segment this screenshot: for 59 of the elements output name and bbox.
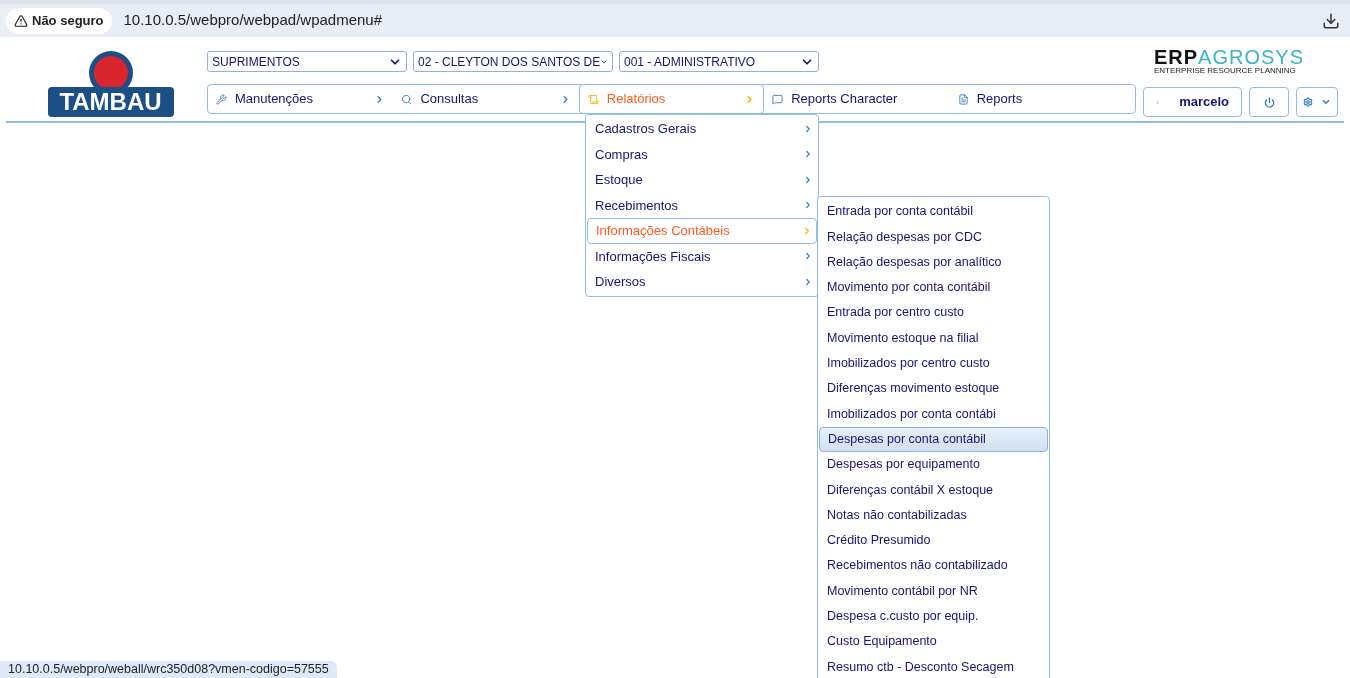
user-button[interactable]: marcelo xyxy=(1143,87,1242,117)
download-icon[interactable] xyxy=(1322,11,1340,30)
submenu-item[interactable]: Diferenças movimento estoque xyxy=(819,376,1048,402)
chevron-right-icon xyxy=(802,225,812,236)
chevron-right-icon xyxy=(803,200,813,211)
submenu-item[interactable]: Movimento estoque na filial xyxy=(819,325,1048,351)
caret-icon xyxy=(1321,97,1331,107)
menu-item[interactable]: Recebimentos xyxy=(587,192,817,218)
nav-tab[interactable]: Manutenções xyxy=(208,84,394,114)
menu-item[interactable]: Informações Fiscais xyxy=(587,243,817,269)
menu-item[interactable]: Cadastros Gerais xyxy=(587,116,817,142)
submenu-item[interactable]: Imobilizados por centro custo xyxy=(819,350,1048,377)
submenu-item[interactable]: Despesas por equipamento xyxy=(819,451,1048,478)
submenu-item[interactable]: Resumo ctb - Desconto Secagem xyxy=(819,654,1048,678)
nav-icon xyxy=(772,93,784,105)
submenu-item[interactable]: Relação despesas por CDC xyxy=(819,224,1048,250)
dropdown-select[interactable]: 001 - ADMINISTRATIVO xyxy=(619,51,819,72)
chevron-right-icon xyxy=(803,276,813,287)
chevron-right-icon xyxy=(803,174,813,185)
nav-tab[interactable]: Reports Character xyxy=(764,84,950,114)
security-label: Não seguro xyxy=(32,11,104,30)
submenu-item[interactable]: Custo Equipamento xyxy=(819,629,1048,655)
nav-icon xyxy=(401,93,413,105)
power-button[interactable] xyxy=(1249,87,1289,117)
submenu-item[interactable]: Recebimentos não contabilizado xyxy=(819,553,1048,579)
submenu-item[interactable]: Crédito Presumido xyxy=(819,527,1048,554)
chevron-right-icon xyxy=(803,251,813,262)
url-text[interactable]: 10.10.0.5/webpro/webpad/wpadmenu# xyxy=(123,9,383,32)
chevron-right-icon xyxy=(803,123,813,134)
logo-text: TAMBAU xyxy=(47,87,174,117)
nav-icon xyxy=(957,93,969,105)
submenu-item[interactable]: Despesas por conta contábil xyxy=(819,426,1048,452)
submenu-item[interactable]: Diferenças contábil X estoque xyxy=(819,477,1048,503)
dropdown-select[interactable]: SUPRIMENTOS xyxy=(207,51,407,72)
brand-tagline: ENTERPRISE RESOURCE PLANNING xyxy=(1153,67,1296,75)
warning-icon xyxy=(14,13,28,28)
chevron-right-icon xyxy=(803,149,813,160)
security-chip[interactable]: Não seguro xyxy=(6,7,112,34)
submenu-item[interactable]: Movimento por conta contábil xyxy=(819,274,1048,301)
power-icon xyxy=(1263,96,1275,108)
status-url: 10.10.0.5/webpro/weball/wrc350d08?vmen-codigo=57555 xyxy=(0,661,337,678)
menu-item[interactable]: Diversos xyxy=(587,269,817,295)
dropdown-select[interactable]: 02 - CLEYTON DOS SANTOS DE xyxy=(413,51,613,72)
settings-icon xyxy=(1303,97,1313,107)
submenu-item[interactable]: Movimento contábil por NR xyxy=(819,578,1048,604)
submenu-item[interactable]: Imobilizados por conta contábi xyxy=(819,401,1048,427)
brand-logo: ERPAGROSYS xyxy=(1153,47,1304,67)
submenu-item[interactable]: Relação despesas por analítico xyxy=(819,249,1048,275)
submenu-item[interactable]: Entrada por centro custo xyxy=(819,300,1048,326)
nav-tab[interactable]: Consultas xyxy=(393,84,579,114)
nav-tab[interactable]: Reports xyxy=(949,84,1136,114)
nav-icon xyxy=(587,93,599,105)
settings-button[interactable] xyxy=(1296,87,1338,117)
submenu-item[interactable]: Entrada por conta contábil xyxy=(819,199,1048,225)
nav-icon xyxy=(216,93,227,105)
submenu-item[interactable]: Despesa c.custo por equip. xyxy=(819,603,1048,630)
menu-item[interactable]: Estoque xyxy=(587,167,817,193)
menu-item[interactable]: Compras xyxy=(587,141,817,167)
submenu-item[interactable]: Notas não contabilizadas xyxy=(819,502,1048,528)
